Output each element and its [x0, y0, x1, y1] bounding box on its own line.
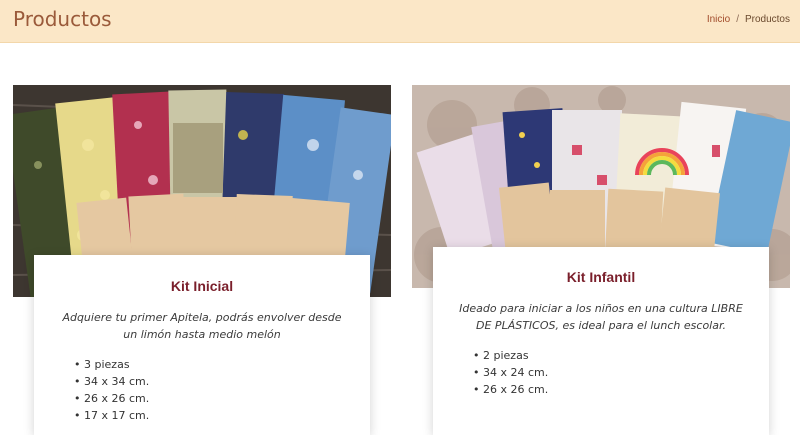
list-item: 17 x 17 cm.	[74, 407, 370, 424]
breadcrumb-separator: /	[736, 14, 739, 25]
product-title[interactable]: Kit Infantil	[433, 247, 769, 285]
product-card-kit-infantil: Kit Infantil Ideado para iniciar a los n…	[433, 247, 769, 435]
breadcrumb-home-link[interactable]: Inicio	[707, 14, 730, 25]
breadcrumb: Inicio / Productos	[707, 14, 790, 25]
product-description: Ideado para iniciar a los niños en una c…	[459, 302, 743, 332]
list-item: 34 x 34 cm.	[74, 373, 370, 390]
product-features-list: 2 piezas 34 x 24 cm. 26 x 26 cm.	[473, 347, 769, 398]
list-item: 3 piezas	[74, 356, 370, 373]
product-card-kit-inicial: Kit Inicial Adquiere tu primer Apitela, …	[34, 255, 370, 435]
list-item: 34 x 24 cm.	[473, 364, 769, 381]
product-description: Adquiere tu primer Apitela, podrás envol…	[62, 311, 342, 341]
product-title[interactable]: Kit Inicial	[34, 255, 370, 294]
breadcrumb-current: Productos	[744, 14, 790, 25]
list-item: 26 x 26 cm.	[74, 390, 370, 407]
page-header: Productos Inicio / Productos	[0, 0, 800, 43]
page-title: Productos	[13, 7, 112, 31]
list-item: 2 piezas	[473, 347, 769, 364]
list-item: 26 x 26 cm.	[473, 381, 769, 398]
product-features-list: 3 piezas 34 x 34 cm. 26 x 26 cm. 17 x 17…	[74, 356, 370, 424]
